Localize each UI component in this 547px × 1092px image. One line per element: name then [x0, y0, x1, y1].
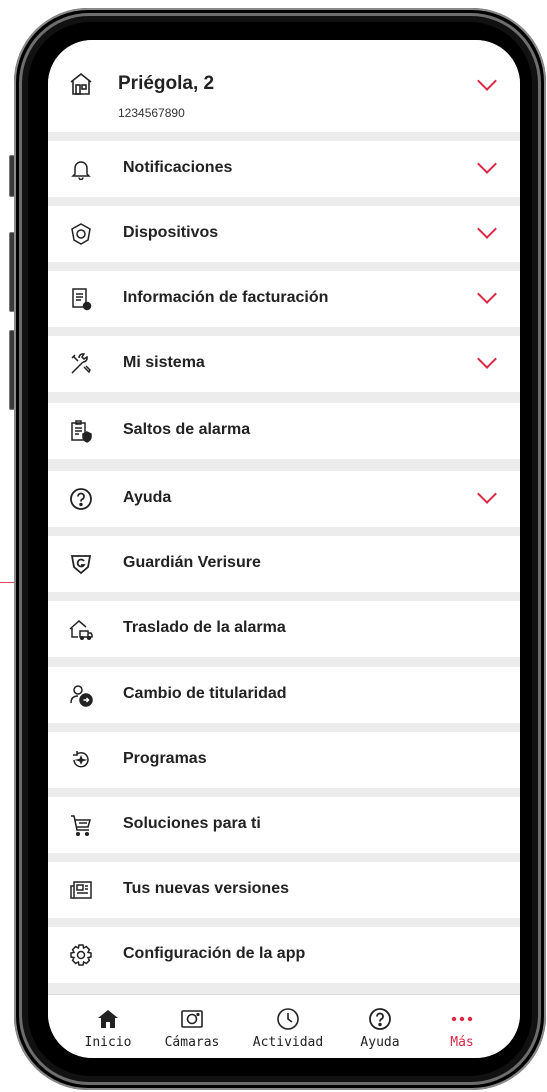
account-selector[interactable]: Priégola, 2 1234567890	[48, 40, 520, 132]
tab-label: Ayuda	[360, 1035, 400, 1050]
bell-icon	[68, 156, 94, 182]
refresh-star-icon	[68, 747, 94, 773]
menu-item-label: Cambio de titularidad	[123, 685, 287, 702]
menu-item-notificaciones[interactable]: Notificaciones	[48, 141, 520, 197]
guide-line	[0, 582, 14, 583]
menu-item-guardian[interactable]: Guardián Verisure	[48, 536, 520, 592]
menu-item-label: Mi sistema	[123, 354, 205, 371]
menu-item-label: Saltos de alarma	[123, 421, 251, 438]
menu-item-label: Dispositivos	[123, 224, 219, 241]
account-number: 1234567890	[118, 106, 185, 120]
gear-icon	[68, 942, 94, 968]
account-title: Priégola, 2	[118, 73, 215, 94]
cart-icon	[68, 812, 94, 838]
menu-item-label: Información de facturación	[123, 289, 329, 306]
tab-camaras[interactable]: Cámaras	[150, 995, 234, 1058]
menu-item-programas[interactable]: Programas	[48, 732, 520, 788]
more-dots-icon	[450, 1007, 474, 1031]
home-icon	[96, 1007, 120, 1031]
device-shield-icon	[68, 221, 94, 247]
menu-item-facturacion[interactable]: Información de facturación	[48, 271, 520, 327]
tab-actividad[interactable]: Actividad	[242, 995, 334, 1058]
menu-item-label: Soluciones para ti	[123, 815, 261, 832]
tab-label: Inicio	[84, 1035, 132, 1050]
phone-mockup: Priégola, 2 1234567890 Notificaciones Di…	[0, 0, 547, 1092]
menu-item-titularidad[interactable]: Cambio de titularidad	[48, 667, 520, 723]
tab-label: Más	[450, 1035, 474, 1050]
house-truck-icon	[68, 616, 94, 642]
invoice-icon	[68, 286, 94, 312]
user-swap-icon	[68, 682, 94, 708]
app-screen: Priégola, 2 1234567890 Notificaciones Di…	[48, 40, 520, 1058]
menu-item-label: Notificaciones	[123, 159, 233, 176]
menu-item-label: Guardián Verisure	[123, 554, 261, 571]
chevron-down-icon	[477, 349, 497, 369]
tab-label: Cámaras	[164, 1035, 220, 1050]
menu-item-mi-sistema[interactable]: Mi sistema	[48, 336, 520, 392]
clock-icon	[276, 1007, 300, 1031]
clipboard-shield-icon	[68, 418, 94, 444]
chevron-down-icon	[477, 154, 497, 174]
help-circle-icon	[68, 486, 94, 512]
help-circle-icon	[368, 1007, 392, 1031]
tab-label: Actividad	[252, 1035, 324, 1050]
tab-mas[interactable]: Más	[422, 995, 502, 1058]
menu-item-versiones[interactable]: Tus nuevas versiones	[48, 862, 520, 918]
menu-item-label: Traslado de la alarma	[123, 619, 286, 636]
chevron-down-icon	[477, 71, 497, 91]
guardian-shield-icon	[68, 551, 94, 577]
chevron-down-icon	[477, 484, 497, 504]
menu-item-label: Tus nuevas versiones	[123, 880, 289, 897]
menu-item-label: Configuración de la app	[123, 945, 306, 962]
tab-ayuda[interactable]: Ayuda	[338, 995, 422, 1058]
menu-item-dispositivos[interactable]: Dispositivos	[48, 206, 520, 262]
menu-item-configuracion[interactable]: Configuración de la app	[48, 927, 520, 983]
menu-item-ayuda[interactable]: Ayuda	[48, 471, 520, 527]
chevron-down-icon	[477, 219, 497, 239]
menu-item-saltos-alarma[interactable]: Saltos de alarma	[48, 403, 520, 459]
menu-item-label: Ayuda	[123, 489, 172, 506]
menu-item-label: Programas	[123, 750, 207, 767]
house-icon	[68, 71, 94, 97]
chevron-down-icon	[477, 284, 497, 304]
menu-item-soluciones[interactable]: Soluciones para ti	[48, 797, 520, 853]
bottom-tab-bar: Inicio Cámaras Actividad Ayuda Más	[48, 994, 520, 1058]
menu-item-traslado[interactable]: Traslado de la alarma	[48, 601, 520, 657]
tools-icon	[68, 351, 94, 377]
newspaper-icon	[68, 877, 94, 903]
tab-inicio[interactable]: Inicio	[66, 995, 150, 1058]
camera-icon	[180, 1007, 204, 1031]
